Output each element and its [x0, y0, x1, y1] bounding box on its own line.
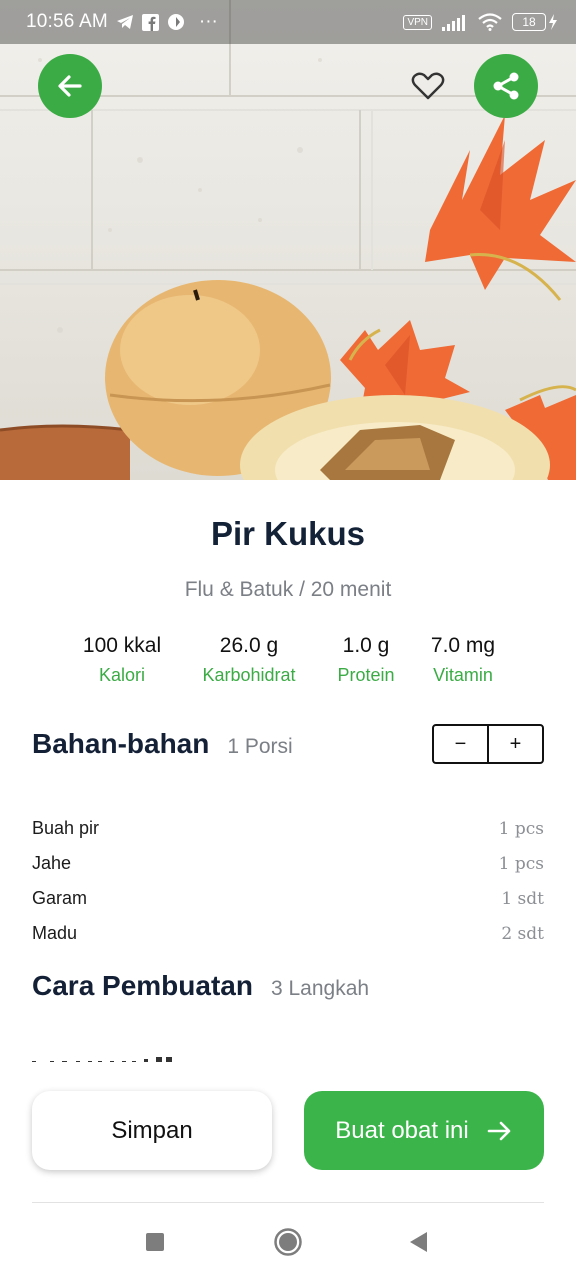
back-triangle-icon: [410, 1232, 427, 1252]
nutrition-label: Karbohidrat: [202, 665, 296, 685]
ingredient-row: Buah pir 1 pcs: [32, 811, 544, 846]
recents-button[interactable]: [140, 1227, 170, 1257]
ingredient-qty: 1 pcs: [498, 818, 544, 839]
home-button[interactable]: [273, 1227, 303, 1257]
share-icon: [493, 72, 519, 100]
ingredients-heading: Bahan-bahan: [32, 728, 210, 759]
wifi-icon: [478, 13, 502, 31]
ingredient-name: Garam: [32, 888, 88, 908]
nutrition-label: Vitamin: [433, 665, 493, 685]
nutrition-value: 100 kkal: [82, 634, 162, 657]
increase-portion-button[interactable]: +: [487, 726, 542, 762]
ingredient-row: Madu 2 sdt: [32, 916, 544, 951]
heart-outline-icon: [411, 72, 445, 100]
app-icon: [167, 14, 184, 30]
telegram-icon: [116, 15, 133, 29]
recipe-title: Pir Kukus: [210, 515, 366, 552]
clipped-step-text: [32, 1057, 172, 1062]
nutrition-value: 26.0 g: [219, 634, 279, 657]
nutrition-value: 1.0 g: [342, 634, 390, 657]
save-button[interactable]: Simpan: [32, 1091, 272, 1170]
step-list-peek: [32, 1052, 192, 1062]
make-remedy-label: Buat obat ini: [335, 1116, 469, 1144]
nutrition-carbs: 26.0 g Karbohidrat: [190, 634, 308, 686]
nutrition-label: Kalori: [98, 665, 146, 685]
status-time: 10:56 AM: [26, 11, 108, 32]
signal-icon: [442, 15, 465, 31]
nutrition-label: Protein: [337, 665, 395, 685]
steps-header: Cara Pembuatan 3 Langkah: [32, 970, 369, 1002]
steps-count: 3 Langkah: [270, 977, 370, 1000]
recipe-hero-image: 10:56 AM ··· VPN 18: [0, 0, 576, 480]
ingredient-row: Garam 1 sdt: [32, 881, 544, 916]
nutrition-vitamin: 7.0 mg Vitamin: [420, 634, 506, 686]
back-arrow-icon: [58, 75, 82, 97]
system-back-button[interactable]: [403, 1227, 433, 1257]
make-remedy-button[interactable]: Buat obat ini: [304, 1091, 544, 1170]
recipe-subtitle: Flu & Batuk / 20 menit: [184, 578, 392, 601]
ingredient-name: Buah pir: [32, 818, 100, 838]
decrease-portion-button[interactable]: −: [434, 726, 487, 762]
ingredients-header: Bahan-bahan 1 Porsi: [32, 728, 293, 760]
nutrition-calories: 100 kkal Kalori: [72, 634, 172, 686]
system-nav-bar: [0, 1203, 576, 1280]
nutrition-facts: 100 kkal Kalori 26.0 g Karbohidrat 1.0 g…: [0, 634, 576, 694]
status-dots: ···: [198, 11, 218, 32]
nutrition-value: 7.0 mg: [430, 634, 496, 657]
steps-heading: Cara Pembuatan: [32, 970, 253, 1001]
recents-square-icon: [146, 1233, 164, 1251]
facebook-icon: [141, 13, 159, 31]
ingredient-row: Jahe 1 pcs: [32, 846, 544, 881]
favorite-button[interactable]: [408, 66, 448, 106]
share-button[interactable]: [474, 54, 538, 118]
ingredient-qty: 1 pcs: [498, 853, 544, 874]
home-circle-icon: [274, 1228, 302, 1256]
status-bar: 10:56 AM ··· VPN 18: [0, 0, 576, 44]
ingredient-name: Jahe: [32, 853, 72, 873]
ingredient-list: Buah pir 1 pcs Jahe 1 pcs Garam 1 sdt Ma…: [32, 811, 544, 951]
ingredient-name: Madu: [32, 923, 78, 943]
portion-stepper: − +: [432, 724, 544, 764]
ingredient-qty: 1 sdt: [501, 888, 544, 909]
vpn-badge: VPN: [403, 14, 432, 30]
back-button[interactable]: [38, 54, 102, 118]
battery-level: 18: [512, 13, 546, 31]
nutrition-protein: 1.0 g Protein: [326, 634, 406, 686]
portion-count: 1 Porsi: [227, 735, 293, 758]
battery-icon: 18: [512, 13, 558, 31]
charging-icon: [549, 14, 557, 30]
ingredient-qty: 2 sdt: [501, 923, 544, 944]
arrow-right-icon: [487, 1121, 511, 1140]
